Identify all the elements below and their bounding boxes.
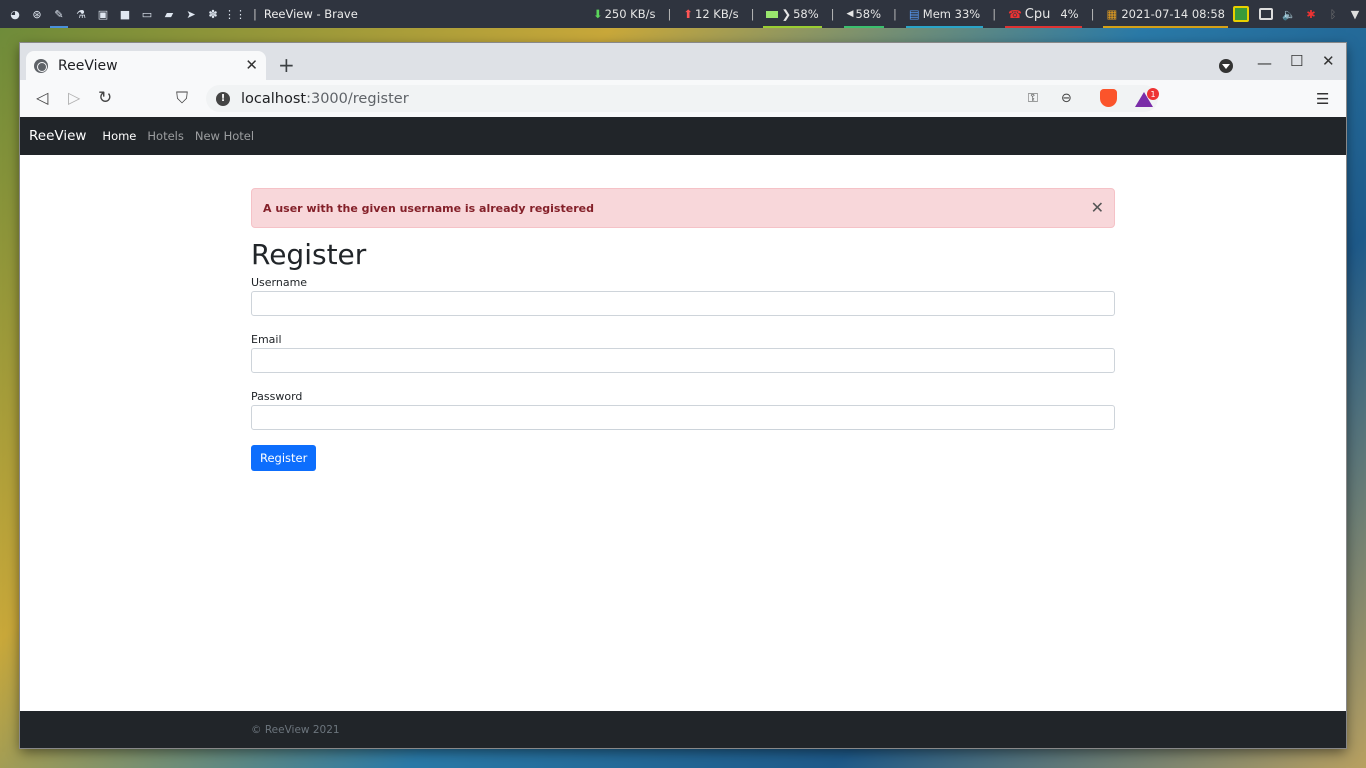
zoom-out-icon[interactable]: ⊖: [1061, 91, 1072, 106]
battery-value: 58%: [793, 7, 819, 21]
globe-icon: [34, 58, 48, 73]
cpu-stat: ☎ Cpu 4%: [1005, 0, 1082, 28]
username-input[interactable]: [251, 291, 1115, 316]
system-panel: ◕ ⊛ ✎ ⚗ ▣ ■ ▭ ▰ ➤ ✽ ⋮⋮ | ReeView - Brave…: [0, 0, 1366, 28]
email-label: Email: [251, 333, 282, 346]
clock-stat[interactable]: ▦ 2021-07-14 08:58: [1103, 0, 1228, 28]
navbar-brand[interactable]: ReeView: [29, 128, 86, 144]
bug-icon[interactable]: ✱: [1300, 0, 1322, 28]
speaker-icon: ◀: [846, 9, 854, 19]
nav-link-hotels[interactable]: Hotels: [147, 129, 183, 143]
username-label: Username: [251, 276, 308, 289]
email-input[interactable]: [251, 348, 1115, 373]
tray-app-icon[interactable]: [1233, 6, 1249, 22]
url-path: :3000/register: [306, 90, 409, 107]
net-up-value: 12 KB/s: [695, 7, 739, 21]
browser-window: ReeView ✕ + — ☐ ✕ ◁ ▷ ↻ ⛉ ! localhost:30…: [20, 43, 1346, 748]
volume-stat[interactable]: ◀ 58%: [843, 0, 885, 28]
site-navbar: ReeView Home Hotels New Hotel: [20, 117, 1346, 155]
active-window-title: ReeView - Brave: [263, 7, 358, 21]
brave-shields-icon[interactable]: [1100, 89, 1117, 107]
page-title: Register: [251, 238, 367, 271]
app-launcher-icon[interactable]: ◕: [4, 0, 26, 28]
color-picker-icon[interactable]: ✎: [48, 0, 70, 28]
reload-icon[interactable]: ↻: [98, 89, 112, 107]
arrow-up-icon: ⬆: [683, 7, 693, 21]
volume-value: 58%: [855, 7, 882, 21]
network-app-icon[interactable]: ⊛: [26, 0, 48, 28]
page-viewport: ReeView Home Hotels New Hotel A user wit…: [20, 117, 1346, 748]
tab-title: ReeView: [58, 57, 118, 74]
tab-strip: ReeView ✕ + — ☐ ✕: [20, 43, 1346, 80]
close-window-icon[interactable]: ✕: [1322, 52, 1335, 70]
maximize-icon[interactable]: ☐: [1290, 52, 1303, 70]
video-camera-icon[interactable]: ■: [114, 0, 136, 28]
folder-icon[interactable]: ▰: [158, 0, 180, 28]
new-tab-button[interactable]: +: [278, 55, 295, 75]
bookmark-icon[interactable]: ⛉: [176, 89, 188, 107]
volume-icon[interactable]: 🔈: [1278, 0, 1300, 28]
main-container: A user with the given username is alread…: [251, 188, 1115, 471]
footer-text: © ReeView 2021: [251, 723, 340, 736]
close-tab-icon[interactable]: ✕: [245, 56, 258, 74]
url-host: localhost: [241, 90, 307, 107]
cpu-icon: ☎: [1008, 7, 1022, 21]
register-button[interactable]: Register: [251, 445, 317, 471]
cpu-label: Cpu: [1024, 6, 1051, 22]
laptop-icon[interactable]: ▭: [136, 0, 158, 28]
flask-icon[interactable]: ⚗: [70, 0, 92, 28]
telegram-icon[interactable]: ➤: [180, 0, 202, 28]
clock-value: 2021-07-14 08:58: [1121, 7, 1225, 21]
net-down-value: 250 KB/s: [604, 7, 656, 21]
chevron-right-icon: ❯: [781, 7, 792, 21]
memory-stat: ▤ Mem 33%: [905, 0, 984, 28]
memory-value: Mem 33%: [922, 7, 981, 21]
error-alert: A user with the given username is alread…: [251, 188, 1115, 228]
app-grid-icon[interactable]: ⋮⋮: [224, 0, 246, 28]
nav-link-home[interactable]: Home: [102, 129, 136, 143]
arrow-down-icon: ⬇: [592, 7, 603, 21]
key-icon[interactable]: ⚿: [1028, 91, 1038, 106]
tab-reeview[interactable]: ReeView ✕: [26, 51, 266, 80]
forward-icon[interactable]: ▷: [68, 89, 80, 107]
net-up-stat: ⬆ 12 KB/s: [680, 0, 741, 28]
tab-search-icon[interactable]: [1219, 59, 1233, 73]
bluetooth-icon[interactable]: ᛒ: [1322, 0, 1344, 28]
cpu-value: 4%: [1060, 7, 1079, 21]
address-bar[interactable]: ! localhost:3000/register ⚿ ⊖: [206, 85, 1158, 112]
paw-icon[interactable]: ✽: [202, 0, 224, 28]
menu-icon[interactable]: ☰: [1316, 90, 1329, 108]
password-label: Password: [251, 390, 303, 403]
rewards-badge: 1: [1147, 88, 1159, 100]
back-icon[interactable]: ◁: [36, 89, 48, 107]
wifi-icon[interactable]: ▼: [1344, 0, 1366, 28]
image-viewer-icon[interactable]: ▣: [92, 0, 114, 28]
calendar-icon: ▦: [1106, 7, 1118, 21]
close-alert-icon[interactable]: ✕: [1091, 198, 1104, 217]
screenshot-icon[interactable]: [1259, 8, 1273, 20]
battery-stat[interactable]: ❯ 58%: [763, 0, 822, 28]
battery-icon: [766, 10, 779, 18]
nav-link-new-hotel[interactable]: New Hotel: [195, 129, 254, 143]
alert-message: A user with the given username is alread…: [263, 201, 594, 215]
memory-icon: ▤: [908, 7, 920, 21]
net-down-stat: ⬇ 250 KB/s: [590, 0, 659, 28]
panel-separator: |: [253, 7, 257, 21]
site-footer: © ReeView 2021: [20, 711, 1346, 748]
password-input[interactable]: [251, 405, 1115, 430]
minimize-icon[interactable]: —: [1257, 54, 1272, 72]
site-info-icon[interactable]: !: [216, 91, 230, 106]
